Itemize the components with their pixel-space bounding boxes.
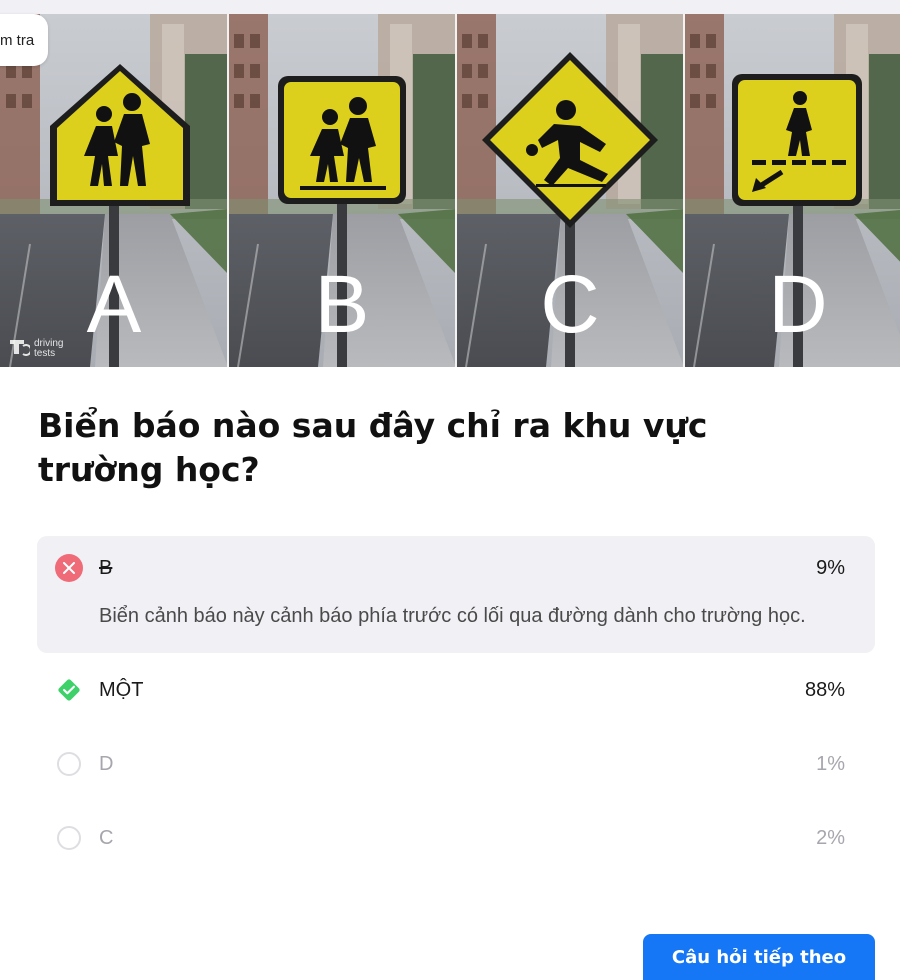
answer-option-d[interactable]: D 1% <box>37 727 875 801</box>
quiz-page: A B C D m tra driving tests Biển báo nào… <box>0 0 900 980</box>
watermark-line-2: tests <box>34 347 56 359</box>
radio-empty-icon <box>57 826 81 850</box>
driving-tests-watermark: driving tests <box>8 336 63 361</box>
answer-explanation: Biển cảnh báo này cảnh báo phía trước có… <box>99 605 806 627</box>
answer-list: B 9% Biển cảnh báo này cảnh báo phía trư… <box>37 536 875 875</box>
check-button-label: m tra <box>0 31 35 49</box>
next-question-button[interactable]: Câu hỏi tiếp theo <box>643 934 875 980</box>
panel-letter-c: C <box>540 259 599 350</box>
check-button[interactable]: m tra <box>0 14 49 66</box>
correct-check-icon <box>55 676 83 704</box>
panel-letter-d: D <box>768 259 827 350</box>
answer-percent: 88% <box>804 678 845 701</box>
answer-label: D <box>99 752 114 775</box>
answer-label: MỘT <box>99 678 144 701</box>
answer-option-a[interactable]: MỘT 88% <box>37 653 875 727</box>
answer-label: C <box>99 826 114 849</box>
radio-empty-icon <box>57 752 81 776</box>
watermark-line-1: driving <box>34 337 64 349</box>
panel-letter-b: B <box>315 259 370 350</box>
answer-option-c[interactable]: C 2% <box>37 801 875 875</box>
top-strip <box>0 0 900 14</box>
question-image: A B C D <box>0 14 900 367</box>
answer-percent: 2% <box>816 826 845 849</box>
answer-option-b[interactable]: B 9% Biển cảnh báo này cảnh báo phía trư… <box>37 536 875 653</box>
answer-label: B <box>99 556 113 579</box>
panel-letter-a: A <box>87 259 142 350</box>
wrong-icon <box>55 554 83 582</box>
answer-percent: 9% <box>816 556 845 579</box>
question-text: Biển báo nào sau đây chỉ ra khu vực trườ… <box>38 406 708 489</box>
driving-tests-logo-icon <box>8 336 32 361</box>
answer-percent: 1% <box>816 752 845 775</box>
